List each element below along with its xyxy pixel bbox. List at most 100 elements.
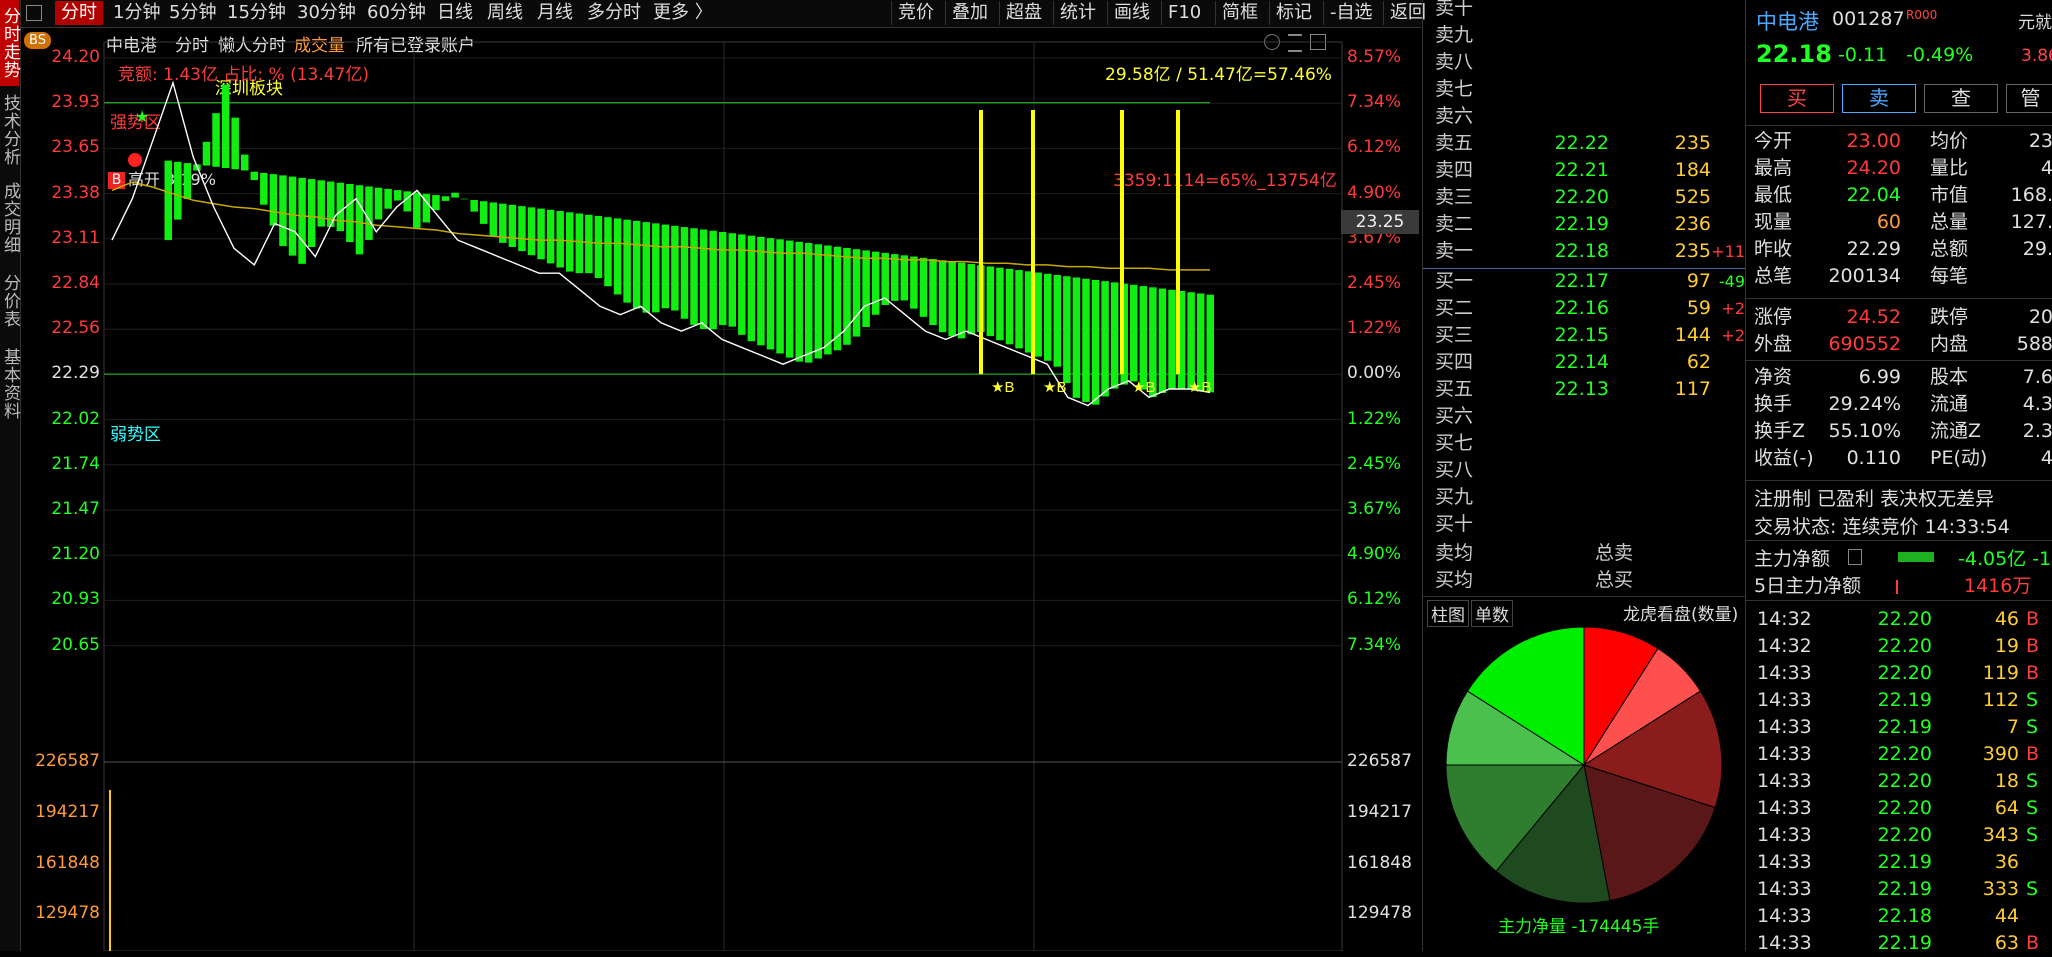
- area-bar: [862, 250, 870, 328]
- area-bar: [355, 185, 364, 255]
- sell-level[interactable]: 卖九: [1423, 22, 1745, 49]
- tick-time: 14:33: [1757, 797, 1812, 819]
- intraday-chart[interactable]: ★B ★B ★B ★B ★: [0, 0, 1421, 951]
- area-bar: [795, 241, 803, 362]
- area-bar: [680, 227, 689, 319]
- tick-time: 14:33: [1757, 878, 1812, 900]
- tick-volume: 112: [1982, 689, 2019, 711]
- main5-net-bar: [1896, 580, 1898, 594]
- tick-price: 22.20: [1877, 608, 1932, 630]
- price-change-pct: -0.49%: [1906, 44, 1974, 66]
- buy-level-price: 22.16: [1554, 297, 1609, 319]
- area-bar: [824, 245, 832, 355]
- area-bar: [1063, 276, 1071, 384]
- area-bar: [1005, 268, 1014, 345]
- area-bar: [1168, 289, 1176, 390]
- buy-level-price: 22.15: [1554, 324, 1609, 346]
- quote-value: 2.3: [2022, 420, 2052, 442]
- red-dot-marker: [128, 153, 142, 167]
- area-bar: [527, 207, 536, 256]
- manage-button[interactable]: 管: [2006, 84, 2052, 113]
- sell-level-label: 卖一: [1435, 240, 1474, 262]
- buy-level[interactable]: 买六: [1423, 403, 1745, 430]
- area-bar: [613, 218, 622, 295]
- buy-level[interactable]: 买四 22.14 62: [1423, 349, 1745, 376]
- area-bar: [546, 209, 555, 264]
- tick-time: 14:33: [1757, 824, 1812, 846]
- area-bar: [269, 174, 278, 226]
- tick-volume: 390: [1982, 743, 2019, 765]
- pct-tick-label: 3.67%: [1347, 499, 1402, 519]
- pct-tick-label: 0.00%: [1347, 363, 1402, 384]
- last-price: 22.18: [1756, 40, 1832, 68]
- tick-side: B: [2026, 932, 2040, 954]
- quote-value: 588: [2016, 333, 2052, 355]
- quote-value: 24.52: [1846, 306, 1901, 328]
- price-tick-label: 22.84: [51, 273, 100, 293]
- quote-label: 净资: [1754, 366, 1793, 388]
- sell-level[interactable]: 卖二 22.19 236: [1423, 211, 1745, 238]
- sell-level[interactable]: 卖七: [1423, 76, 1745, 103]
- sell-level[interactable]: 卖六: [1423, 103, 1745, 130]
- area-bar: [307, 179, 316, 248]
- area-bar: [183, 163, 192, 200]
- price-change: -0.11: [1838, 44, 1888, 66]
- area-bar: [1091, 279, 1100, 405]
- unit-label: 元就: [2018, 13, 2052, 33]
- tick-side: S: [2026, 770, 2039, 792]
- tick-row: 14:33 22.19 63 B: [1746, 930, 2052, 957]
- area-bar: [537, 208, 545, 260]
- area-bar: [566, 212, 574, 272]
- sell-button[interactable]: 卖: [1842, 84, 1916, 113]
- sell-level-label: 卖五: [1435, 132, 1474, 154]
- tick-time: 14:33: [1757, 905, 1812, 927]
- pct-tick-label: 1.22%: [1347, 408, 1402, 429]
- sell-level[interactable]: 卖十: [1423, 0, 1745, 22]
- volume-tick-label: 194217: [35, 802, 100, 822]
- area-bar: [1053, 275, 1062, 367]
- query-button[interactable]: 查: [1924, 84, 1998, 113]
- signal-mark-text: ★B: [1043, 379, 1066, 396]
- stock-tag: R000: [1906, 8, 1938, 22]
- tick-price: 22.20: [1877, 770, 1932, 792]
- price-tick-label: 20.65: [51, 634, 100, 655]
- buy-level[interactable]: 买九: [1423, 484, 1745, 511]
- sell-level[interactable]: 卖八: [1423, 49, 1745, 76]
- buy-level[interactable]: 买七: [1423, 430, 1745, 457]
- sell-level[interactable]: 卖五 22.22 235: [1423, 130, 1745, 157]
- area-bar: [642, 222, 650, 313]
- quote-label: 现量: [1754, 211, 1793, 233]
- quote-value: 4: [2040, 447, 2052, 469]
- area-bar: [413, 192, 421, 228]
- tick-volume: 18: [1994, 770, 2019, 792]
- signal-mark-text: ★B: [991, 379, 1014, 396]
- tick-price: 22.19: [1877, 932, 1932, 954]
- buy-level-change: +2: [1721, 326, 1745, 345]
- price-tick-label: 21.47: [51, 499, 100, 519]
- sell-level[interactable]: 卖三 22.20 525: [1423, 184, 1745, 211]
- area-bar: [508, 204, 517, 247]
- buy-level[interactable]: 买十: [1423, 511, 1745, 538]
- buy-level[interactable]: 买三 22.15 144 +2: [1423, 322, 1745, 349]
- list-icon[interactable]: [1848, 549, 1862, 565]
- buy-level[interactable]: 买八: [1423, 457, 1745, 484]
- sell-level[interactable]: 卖一 22.18 235 +11: [1423, 238, 1745, 265]
- area-bar: [575, 213, 584, 274]
- buy-button[interactable]: 买: [1760, 84, 1834, 113]
- area-bar: [479, 201, 488, 224]
- tick-price: 22.19: [1877, 689, 1932, 711]
- tick-side: S: [2026, 797, 2039, 819]
- register-status: 注册制 已盈利 表决权无差异: [1754, 488, 1995, 510]
- buy-level[interactable]: 买二 22.16 59 +2: [1423, 295, 1745, 322]
- area-bar: [250, 171, 259, 181]
- buy-level[interactable]: 买五 22.13 117: [1423, 376, 1745, 403]
- quote-value: 55.10%: [1828, 420, 1901, 442]
- tick-price: 22.18: [1877, 905, 1932, 927]
- area-bar: [384, 188, 392, 209]
- area-bar: [556, 211, 564, 268]
- tick-time: 14:33: [1757, 662, 1812, 684]
- buy-level[interactable]: 买一 22.17 97 -49: [1423, 268, 1745, 295]
- area-bar: [699, 229, 708, 329]
- sell-level[interactable]: 卖四 22.21 184: [1423, 157, 1745, 184]
- area-bar: [260, 172, 268, 205]
